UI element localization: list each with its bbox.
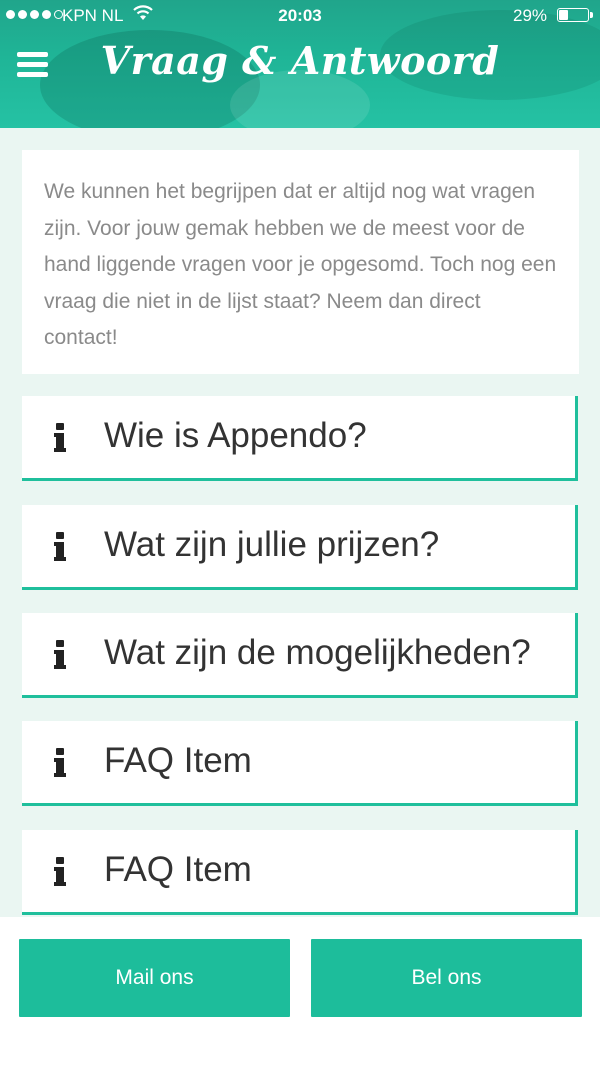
faq-item[interactable]: Wat zijn jullie prijzen? [22,505,578,590]
faq-item-label: Wie is Appendo? [104,416,367,455]
info-icon [54,532,66,561]
battery-percentage: 29% [513,6,548,25]
faq-item[interactable]: FAQ Item [22,830,578,915]
info-icon [54,748,66,777]
info-icon [54,423,66,452]
faq-item-label: Wat zijn de mogelijkheden? [104,633,531,672]
info-icon [54,857,66,886]
status-bar: KPN NL 20:03 29% [0,0,600,32]
battery-icon [557,8,593,22]
page-title: Vraag & Antwoord [100,38,500,83]
app-header: KPN NL 20:03 29% Vraag & Antwoord [0,0,600,128]
faq-item-label: Wat zijn jullie prijzen? [104,525,440,564]
mail-us-button[interactable]: Mail ons [19,939,290,1017]
faq-item-label: FAQ Item [104,741,252,780]
battery-level-fill [559,10,568,20]
faq-item-label: FAQ Item [104,850,252,889]
info-icon [54,640,66,669]
intro-card: We kunnen het begrijpen dat er altijd no… [22,150,579,374]
bottom-action-bar: Mail ons Bel ons [0,917,600,1067]
status-time: 20:03 [278,6,322,25]
call-us-button[interactable]: Bel ons [311,939,582,1017]
intro-text: We kunnen het begrijpen dat er altijd no… [44,180,557,349]
faq-item[interactable]: FAQ Item [22,721,578,806]
faq-item[interactable]: Wie is Appendo? [22,396,578,481]
faq-item[interactable]: Wat zijn de mogelijkheden? [22,613,578,698]
